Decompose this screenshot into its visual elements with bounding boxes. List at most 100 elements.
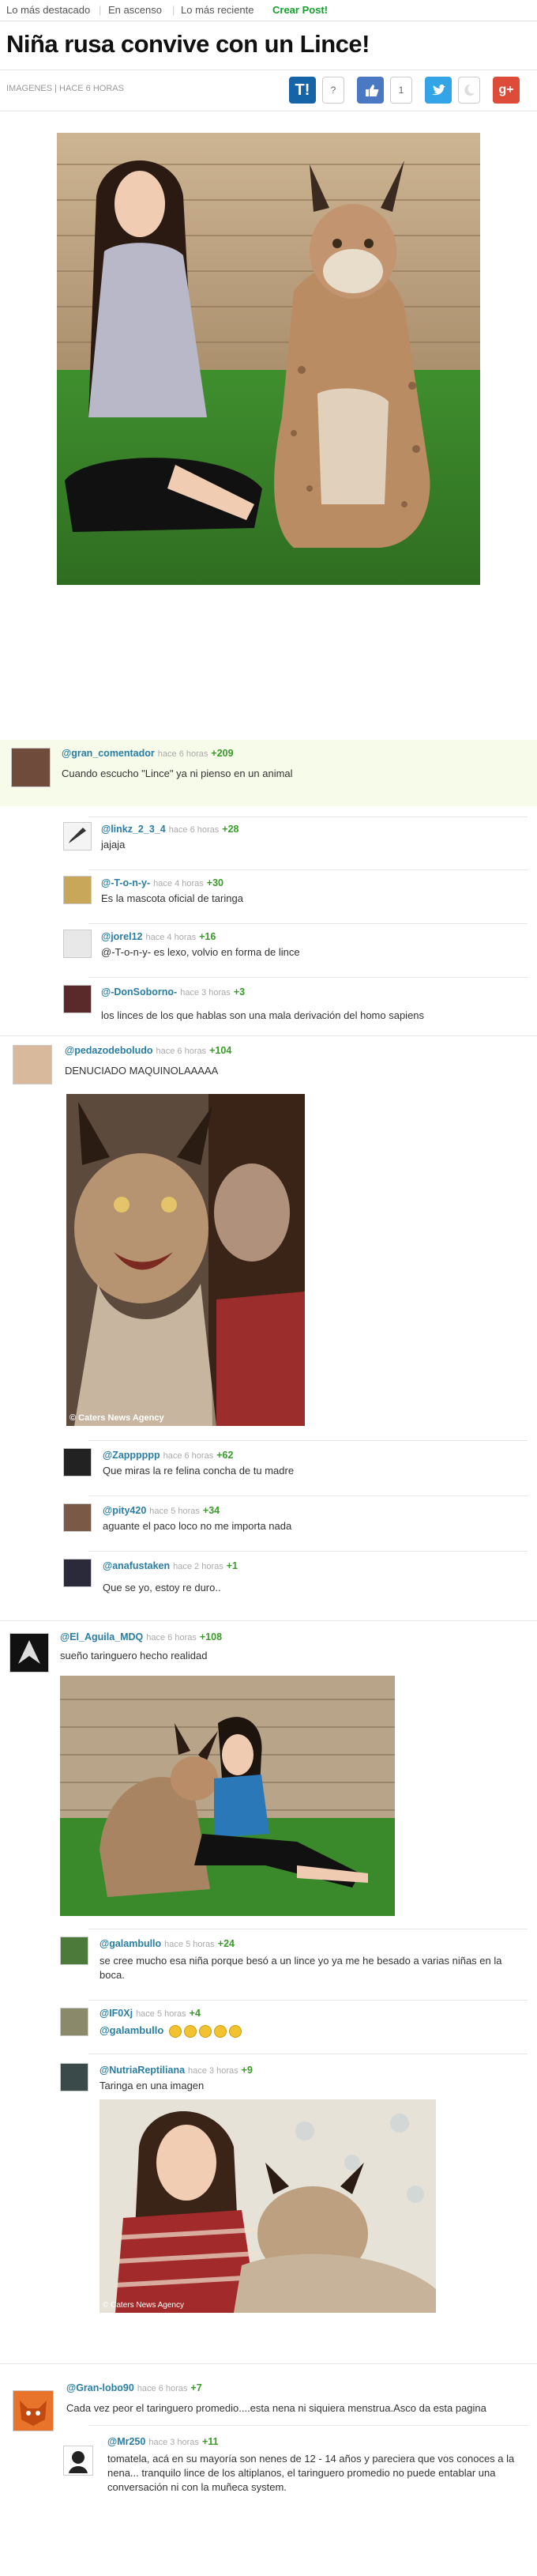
avatar[interactable] (13, 2390, 54, 2431)
avatar[interactable] (63, 1559, 92, 1587)
googleplus-share-button[interactable]: g+ (493, 77, 520, 104)
comment-user[interactable]: @-DonSoborno- (101, 986, 177, 998)
twitter-share-button[interactable] (425, 77, 452, 104)
avatar[interactable] (60, 1937, 88, 1965)
avatar[interactable] (63, 2446, 93, 2476)
comment-header: @Zapppppp hace 6 horas +62 (103, 1450, 233, 1461)
comment-user[interactable]: @Zapppppp (103, 1450, 160, 1461)
comment-score: +104 (209, 1045, 232, 1056)
comment-user[interactable]: @IF0Xj (100, 2008, 133, 2019)
moon-icon (464, 84, 475, 96)
avatar[interactable] (63, 1448, 92, 1477)
comment-user[interactable]: @linkz_2_3_4 (101, 824, 166, 835)
comment-user[interactable]: @-T-o-n-y- (101, 877, 150, 888)
comment-divider (0, 1035, 537, 1036)
main-photo-girl-lynx (57, 133, 480, 585)
comment-user[interactable]: @Gran-lobo90 (66, 2382, 134, 2393)
comment-text: los linces de los que hablas son una mal… (101, 1009, 425, 1021)
avatar[interactable] (11, 748, 51, 787)
avatar[interactable] (63, 1503, 92, 1532)
avatar[interactable] (63, 930, 92, 958)
reply-divider (88, 977, 528, 978)
comment-divider (0, 2363, 537, 2364)
twitter-icon (432, 84, 445, 96)
post-meta: IMAGENES | HACE 6 HORAS (6, 84, 124, 93)
avatar[interactable] (60, 2063, 88, 2091)
nav-destacado[interactable]: Lo más destacado (6, 4, 90, 16)
mention-link[interactable]: @galambullo (100, 2024, 163, 2036)
comment-score: +209 (211, 748, 234, 759)
comment-score: +30 (206, 877, 223, 888)
post-title: Niña rusa convive con un Lince! (6, 30, 370, 58)
comment-text: Que miras la re felina concha de tu madr… (103, 1465, 295, 1477)
comment-text: Taringa en una imagen (100, 2080, 205, 2091)
reply-divider (88, 1551, 528, 1552)
comment-time: hace 6 horas (168, 825, 220, 835)
avatar[interactable] (9, 1633, 49, 1673)
comment-divider (0, 1620, 537, 1621)
comment-time: hace 6 horas (137, 2384, 188, 2393)
comment-user[interactable]: @Mr250 (107, 2436, 145, 2447)
comment-user[interactable]: @jorel12 (101, 931, 143, 942)
comment-score: +108 (199, 1631, 223, 1643)
laughing-emoji-icon (183, 2024, 197, 2038)
comment-user[interactable]: @anafustaken (103, 1560, 170, 1571)
comment-score: +11 (201, 2436, 219, 2447)
photo-watermark: © Caters News Agency (69, 1413, 164, 1423)
share-count-badge: ? (322, 77, 344, 104)
avatar[interactable] (13, 1045, 52, 1084)
avatar[interactable] (60, 2008, 88, 2036)
nav-ascenso[interactable]: En ascenso (108, 4, 162, 16)
comment-user[interactable]: @gran_comentador (62, 748, 155, 759)
avatar[interactable] (63, 985, 92, 1013)
photo-watermark: © Caters News Agency (103, 2301, 184, 2310)
comment-user[interactable]: @pedazodeboludo (65, 1045, 153, 1056)
comment-user[interactable]: @galambullo (100, 1938, 161, 1949)
reply-divider (88, 2425, 528, 2426)
laughing-emoji-icon (168, 2024, 182, 2038)
comment-time: hace 5 horas (136, 2009, 186, 2019)
crear-post-link[interactable]: Crear Post! (272, 4, 328, 16)
comment-header: @-T-o-n-y-hace 4 horas +30 (101, 877, 223, 888)
comment-header: @-DonSoborno-hace 3 horas +3 (101, 986, 245, 998)
comment-header: @Gran-lobo90 hace 6 horas +7 (66, 2382, 202, 2393)
comment-header: @El_Aguila_MDQ hace 6 horas +108 (60, 1631, 222, 1643)
comment-score: +7 (190, 2382, 202, 2393)
comment-user[interactable]: @NutriaReptiliana (100, 2065, 185, 2076)
comment-time: hace 5 horas (149, 1507, 200, 1516)
reply-divider (88, 923, 528, 924)
comment-time: hace 6 horas (157, 749, 208, 759)
nav-separator: | (172, 4, 175, 16)
comment-time: hace 6 horas (156, 1047, 207, 1056)
laughing-emoji-icon (213, 2024, 227, 2038)
taringa-icon: T! (295, 81, 310, 99)
comment-score: +9 (241, 2065, 253, 2076)
comment-time: hace 5 horas (164, 1940, 215, 1949)
share-secondary-button[interactable] (458, 77, 480, 104)
reply-divider (88, 2000, 528, 2001)
comment-score: +16 (199, 931, 216, 942)
comment-user[interactable]: @pity420 (103, 1505, 146, 1516)
comment-user[interactable]: @El_Aguila_MDQ (60, 1631, 143, 1643)
comment-text: Cuando escucho "Lince" ya ni pienso en u… (62, 768, 293, 779)
avatar[interactable] (63, 876, 92, 904)
reply-divider (88, 1440, 528, 1441)
comment-header: @Mr250 hace 3 horas +11 (107, 2436, 218, 2447)
comment-header: @NutriaReptiliana hace 3 horas +9 (100, 2065, 253, 2076)
googleplus-icon: g+ (498, 83, 514, 96)
taringa-share-button[interactable]: T! (289, 77, 316, 104)
comment-photo-girl-lynx-selfie: © Caters News Agency (66, 1094, 305, 1426)
comment-text: jajaja (101, 839, 126, 850)
nav-reciente[interactable]: Lo más reciente (181, 4, 254, 16)
avatar[interactable] (63, 822, 92, 850)
comment-header: @pedazodeboludo hace 6 horas +104 (65, 1045, 231, 1056)
nav-separator: | (99, 4, 102, 16)
comment-text-row: @galambullo (100, 2023, 510, 2038)
top-nav: Lo más destacado | En ascenso | Lo más r… (0, 0, 537, 21)
laughing-emoji-icon (198, 2024, 212, 2038)
comment-time: hace 2 horas (173, 1562, 223, 1571)
comment-text: Cada vez peor el taringuero promedio....… (66, 2402, 486, 2414)
comment-text: @-T-o-n-y- es lexo, volvio en forma de l… (101, 946, 300, 958)
comment-score: +3 (233, 986, 246, 998)
like-button[interactable] (357, 77, 384, 104)
